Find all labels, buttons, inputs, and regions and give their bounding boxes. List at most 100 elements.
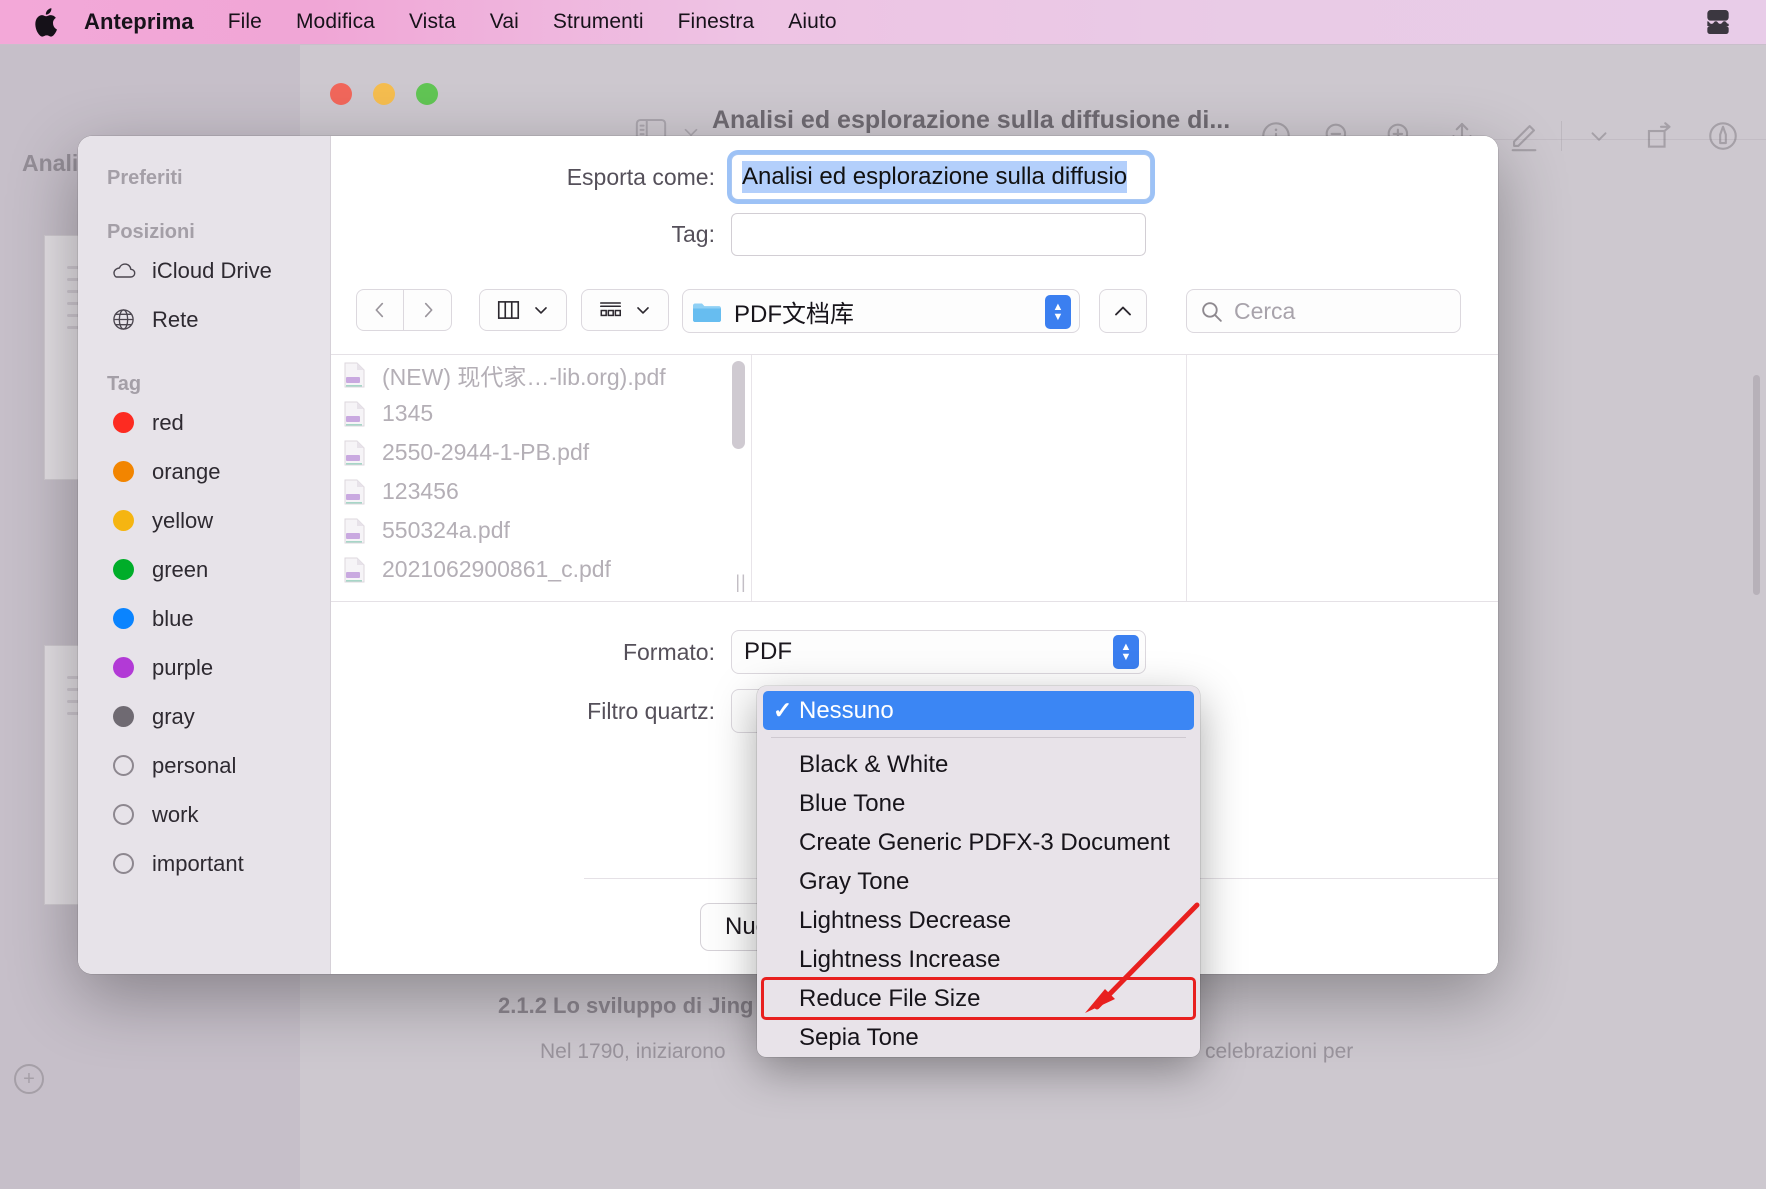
search-icon: [1202, 301, 1222, 322]
menu-item-anteprima[interactable]: Anteprima: [78, 9, 211, 35]
list-item[interactable]: 550324a.pdf: [331, 511, 751, 550]
menu-option-black-white[interactable]: Black & White: [757, 745, 1200, 784]
menu-option-nessuno[interactable]: ✓ Nessuno: [763, 691, 1194, 730]
column-scrollbar[interactable]: [732, 361, 745, 449]
tag-dot-icon: [109, 559, 137, 580]
list-item[interactable]: 123456: [331, 472, 751, 511]
sidebar-tag-yellow[interactable]: yellow: [78, 496, 330, 545]
menu-separator: [771, 737, 1186, 738]
search-icon[interactable]: [1754, 111, 1766, 161]
apple-logo-icon[interactable]: [30, 5, 64, 39]
preview-sidebar-title: Anali: [22, 150, 79, 176]
dialog-sidebar: Preferiti Posizioni iCloud Drive Rete Ta…: [78, 136, 331, 974]
rotate-icon[interactable]: [1630, 111, 1692, 161]
add-page-button[interactable]: +: [14, 1064, 44, 1094]
menu-option-create-generic-pdfx3[interactable]: Create Generic PDFX-3 Document: [757, 823, 1200, 862]
document-heading: 2.1.2 Lo sviluppo di Jing: [498, 993, 754, 1018]
sidebar-tag-gray[interactable]: gray: [78, 692, 330, 741]
menu-option-blue-tone[interactable]: Blue Tone: [757, 784, 1200, 823]
menu-item-strumenti[interactable]: Strumenti: [536, 10, 661, 34]
folder-path-popup[interactable]: PDF文档库 ▲ ▼: [682, 289, 1080, 333]
file-name: 550324a.pdf: [382, 517, 510, 543]
list-item[interactable]: (NEW) 现代家…-lib.org).pdf: [331, 355, 751, 394]
format-popup-button[interactable]: PDF ▲ ▼: [731, 630, 1146, 674]
list-item[interactable]: 1345: [331, 394, 751, 433]
tag-row: Tag:: [331, 213, 1498, 256]
window-controls: [330, 83, 438, 105]
markup-pen-icon[interactable]: [1493, 111, 1555, 161]
path-stepper-icon[interactable]: ▲ ▼: [1045, 295, 1071, 329]
pdf-file-icon: [343, 517, 366, 545]
sidebar-item-label: green: [152, 556, 209, 582]
menu-item-vista[interactable]: Vista: [392, 10, 473, 34]
sidebar-item-label: orange: [152, 458, 221, 484]
file-column-1: (NEW) 现代家…-lib.org).pdf 1345 2550-2944-1…: [331, 355, 752, 601]
annotate-icon[interactable]: [1692, 111, 1754, 161]
sidebar-item-label: iCloud Drive: [152, 257, 272, 283]
document-scrollbar[interactable]: [1753, 375, 1760, 595]
menu-item-file[interactable]: File: [211, 10, 279, 34]
list-item[interactable]: 2021062900861_c.pdf: [331, 550, 751, 589]
preview-titlebar: Analisi ed esplorazione sulla diffusione…: [300, 45, 1766, 159]
list-item[interactable]: 2550-2944-1-PB.pdf: [331, 433, 751, 472]
tag-label: Tag:: [671, 221, 715, 247]
group-by-button[interactable]: [581, 289, 669, 331]
tag-dot-icon: [109, 461, 137, 482]
column-view-icon: [497, 301, 520, 319]
folder-path-value: PDF文档库: [734, 300, 854, 328]
sidebar-tag-blue[interactable]: blue: [78, 594, 330, 643]
sidebar-tag-orange[interactable]: orange: [78, 447, 330, 496]
back-button[interactable]: [356, 289, 404, 331]
sidebar-item-label: Rete: [152, 306, 199, 332]
globe-icon: [109, 307, 137, 332]
go-up-button[interactable]: [1099, 289, 1147, 333]
export-name-value: Analisi ed esplorazione sulla diffusio: [742, 161, 1128, 193]
keyboard-input-icon[interactable]: [1698, 5, 1738, 39]
sidebar-tag-green[interactable]: green: [78, 545, 330, 594]
sidebar-item-label: blue: [152, 605, 194, 631]
sidebar-item-label: purple: [152, 654, 214, 680]
menu-option-sepia-tone[interactable]: Sepia Tone: [757, 1018, 1200, 1057]
menu-item-aiuto[interactable]: Aiuto: [771, 10, 853, 34]
pdf-file-icon: [343, 400, 366, 428]
sidebar-tag-red[interactable]: red: [78, 398, 330, 447]
column-resize-handle[interactable]: ||: [730, 571, 752, 593]
sidebar-tag-important[interactable]: important: [78, 839, 330, 888]
chevron-down-icon: [637, 307, 649, 314]
menu-item-vai[interactable]: Vai: [473, 10, 536, 34]
sidebar-tag-work[interactable]: work: [78, 790, 330, 839]
file-name: (NEW) 现代家…-lib.org).pdf: [382, 363, 666, 390]
pdf-file-icon: [343, 478, 366, 506]
file-column-2[interactable]: [752, 355, 1187, 601]
sidebar-tag-purple[interactable]: purple: [78, 643, 330, 692]
chevron-down-icon: [535, 307, 547, 314]
menu-option-label: Nessuno: [799, 696, 894, 724]
minimize-button[interactable]: [373, 83, 395, 105]
menu-item-modifica[interactable]: Modifica: [279, 10, 392, 34]
sidebar-item-label: important: [152, 850, 244, 876]
tag-input[interactable]: [731, 213, 1146, 256]
view-mode-button[interactable]: [479, 289, 567, 331]
menu-option-label: Gray Tone: [799, 867, 910, 895]
search-field[interactable]: Cerca: [1186, 289, 1461, 333]
file-name: 2550-2944-1-PB.pdf: [382, 439, 590, 465]
sidebar-tag-personal[interactable]: personal: [78, 741, 330, 790]
menu-option-label: Lightness Decrease: [799, 906, 1012, 934]
tag-dot-icon: [109, 510, 137, 531]
tag-dot-icon: [109, 608, 137, 629]
format-stepper-icon[interactable]: ▲ ▼: [1113, 635, 1139, 669]
export-name-input[interactable]: Analisi ed esplorazione sulla diffusio: [731, 154, 1151, 200]
sidebar-item-icloud-drive[interactable]: iCloud Drive: [78, 246, 330, 295]
tag-dot-icon: [109, 804, 137, 825]
group-by-icon: [599, 302, 622, 317]
close-button[interactable]: [330, 83, 352, 105]
chevron-down-icon[interactable]: [1568, 111, 1630, 161]
checkmark-icon: ✓: [773, 697, 793, 723]
menu-item-finestra[interactable]: Finestra: [661, 10, 772, 34]
maximize-button[interactable]: [416, 83, 438, 105]
forward-button[interactable]: [404, 289, 452, 331]
sidebar-section-preferiti: Preferiti: [107, 167, 183, 189]
file-column-3[interactable]: [1187, 355, 1498, 601]
sidebar-item-rete[interactable]: Rete: [78, 295, 330, 344]
sidebar-section-tag: Tag: [107, 373, 142, 395]
